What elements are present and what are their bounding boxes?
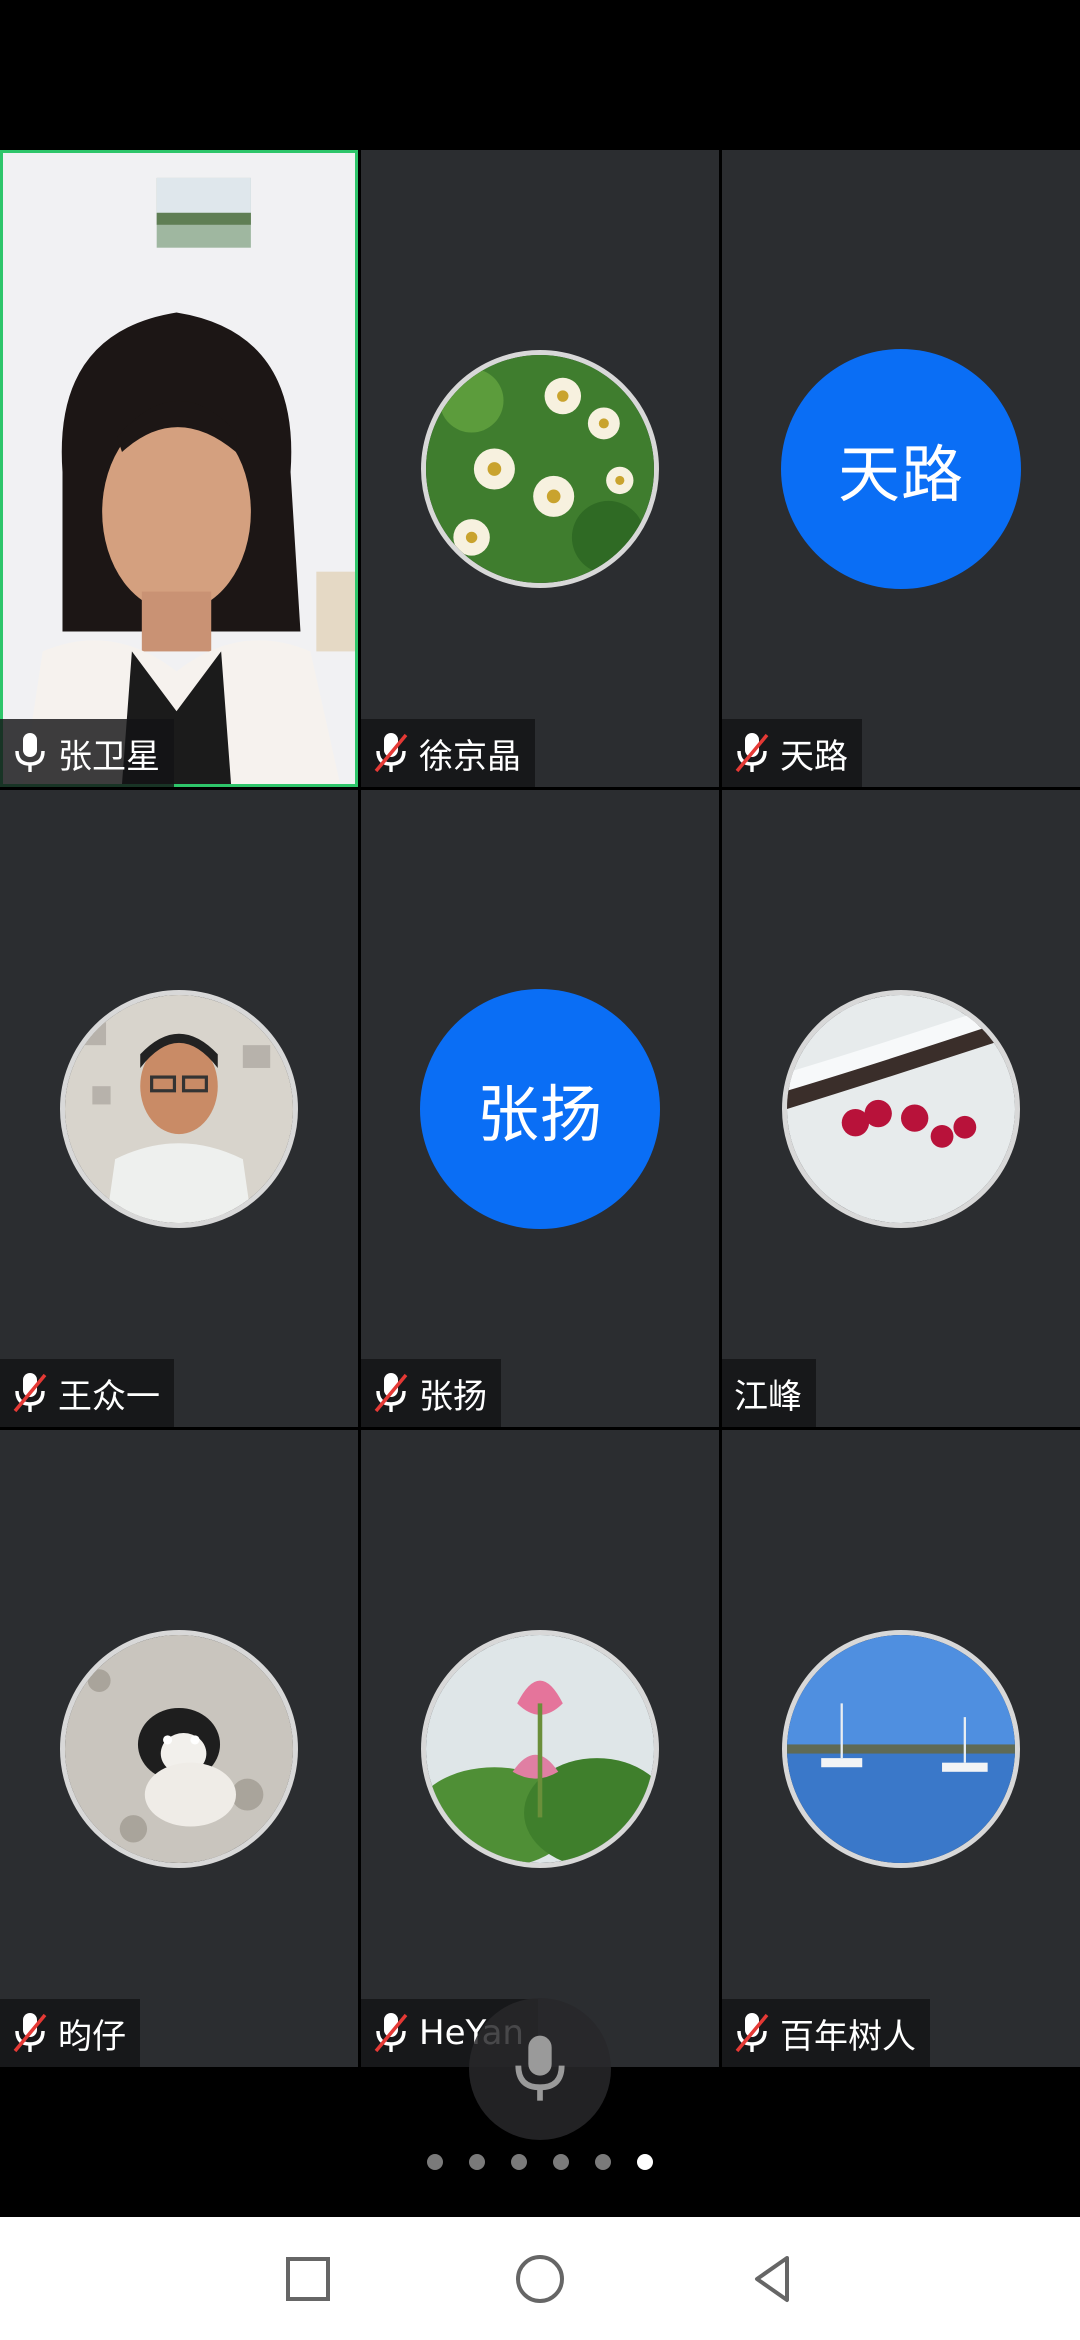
participant-initials-avatar: 天路 xyxy=(781,348,1021,589)
participant-tile[interactable]: 天路 天路 xyxy=(722,150,1080,787)
page-dot[interactable] xyxy=(469,2154,485,2170)
participant-tile[interactable]: 江峰 xyxy=(722,790,1080,1427)
participant-name: 百年树人 xyxy=(780,2016,916,2057)
participant-tile[interactable]: 徐京晶 xyxy=(361,150,719,787)
participant-tile[interactable]: 张扬 张扬 xyxy=(361,790,719,1427)
page-dot-active[interactable] xyxy=(637,2154,653,2170)
microphone-muted-icon xyxy=(374,1373,408,1413)
participant-tile[interactable]: 昀仔 xyxy=(0,1430,358,2067)
back-triangle-icon xyxy=(755,2256,789,2302)
participant-name: 昀仔 xyxy=(58,2016,126,2057)
page-indicator[interactable] xyxy=(0,2154,1080,2170)
page-dot[interactable] xyxy=(511,2154,527,2170)
participant-name-tag: 徐京晶 xyxy=(361,719,535,787)
participant-avatar xyxy=(782,989,1020,1228)
back-button[interactable] xyxy=(734,2241,810,2317)
participant-avatar xyxy=(421,349,659,588)
participant-name: 王众一 xyxy=(58,1376,160,1417)
participant-name-tag: 天路 xyxy=(722,719,862,787)
recents-square-icon xyxy=(286,2257,330,2301)
participant-avatar xyxy=(60,1629,298,1868)
home-circle-icon xyxy=(516,2255,564,2303)
video-feed xyxy=(3,153,355,784)
participant-avatar xyxy=(782,1629,1020,1868)
participant-name: 张扬 xyxy=(419,1376,487,1417)
participant-name-tag: 百年树人 xyxy=(722,1999,930,2067)
home-button[interactable] xyxy=(502,2241,578,2317)
system-navigation-bar xyxy=(0,2217,1080,2340)
video-grid: 张卫星 徐京晶 天路 天路 王众一 张扬 张扬 江峰 昀仔 HeYan 百年树人 xyxy=(0,150,1080,2067)
participant-name-tag: 昀仔 xyxy=(0,1999,140,2067)
microphone-muted-icon xyxy=(374,733,408,773)
participant-avatar xyxy=(421,1629,659,1868)
participant-name: 徐京晶 xyxy=(419,736,521,777)
participant-name: 张卫星 xyxy=(58,736,160,777)
participant-name-tag: 张扬 xyxy=(361,1359,501,1427)
participant-name: 江峰 xyxy=(734,1376,802,1417)
participant-tile[interactable]: 张卫星 xyxy=(0,150,358,787)
participant-tile[interactable]: 王众一 xyxy=(0,790,358,1427)
microphone-muted-icon xyxy=(374,2013,408,2053)
participant-name-tag: 王众一 xyxy=(0,1359,174,1427)
participant-name-tag: 张卫星 xyxy=(0,719,174,787)
participant-name: 天路 xyxy=(780,736,848,777)
participant-name-tag: 江峰 xyxy=(722,1359,816,1427)
microphone-icon xyxy=(15,733,45,772)
microphone-muted-icon xyxy=(13,2013,47,2053)
microphone-toggle-button[interactable] xyxy=(469,1998,611,2140)
microphone-muted-icon xyxy=(13,1373,47,1413)
page-dot[interactable] xyxy=(427,2154,443,2170)
participant-initials-avatar: 张扬 xyxy=(420,988,660,1229)
microphone-icon xyxy=(515,2035,565,2101)
microphone-muted-icon xyxy=(735,2013,769,2053)
recents-button[interactable] xyxy=(270,2241,346,2317)
page-dot[interactable] xyxy=(595,2154,611,2170)
participant-tile[interactable]: 百年树人 xyxy=(722,1430,1080,2067)
page-dot[interactable] xyxy=(553,2154,569,2170)
participant-avatar xyxy=(60,989,298,1228)
participant-tile[interactable]: HeYan xyxy=(361,1430,719,2067)
microphone-muted-icon xyxy=(735,733,769,773)
